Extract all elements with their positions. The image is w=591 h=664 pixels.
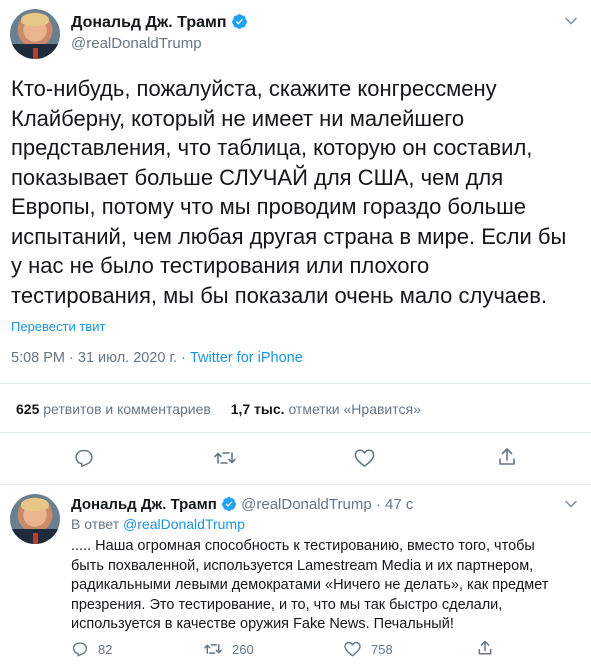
tweet-text-line: показывает больше СЛУЧАЙ для США, чем дл… <box>11 164 504 190</box>
engagement-stats: 625 ретвитов и комментариев 1,7 тыс. отм… <box>16 401 421 417</box>
in-reply-handle[interactable]: @realDonaldTrump <box>123 516 245 532</box>
divider <box>0 383 591 384</box>
author-avatar[interactable] <box>10 9 60 59</box>
reply-icon <box>71 640 89 658</box>
reply-text-line: ..... Наша огромная способность к тестир… <box>71 538 535 554</box>
reply-icon[interactable] <box>73 447 95 469</box>
reply-author-handle[interactable]: @realDonaldTrump <box>241 496 372 513</box>
tweet-text-line: тестирования, мы бы показали очень мало … <box>11 282 548 308</box>
reply-author-row: Дональд Дж. Трамп @realDonaldTrump · 47 … <box>71 496 413 516</box>
reply-text-line: быть похваленной, используется Lamestrea… <box>71 557 534 574</box>
tweet-text-line: Европы, потому что мы проводим гораздо б… <box>11 194 526 219</box>
tweet-meta: 5:08 PM · 31 июл. 2020 г. · Twitter for … <box>11 350 303 366</box>
tweet-text-line: Кто-нибудь, пожалуйста, скажите конгресс… <box>11 76 497 101</box>
reply-text-line: презрения. Это тестирование, и то, что м… <box>71 596 503 613</box>
chevron-down-icon[interactable] <box>564 497 578 511</box>
reply-tweet-text: ..... Наша огромная способность к тестир… <box>71 537 586 635</box>
in-reply-prefix: В ответ <box>71 516 124 532</box>
tweet-source-link[interactable]: Twitter for iPhone <box>190 350 303 366</box>
tweet-text-line: у нас не было тестирования или плохого <box>11 253 430 278</box>
reply-text-line: используется в качестве оружия Fake News… <box>71 616 454 632</box>
divider <box>0 484 591 485</box>
share-icon[interactable] <box>476 639 494 657</box>
likes-label: отметки «Нравится» <box>288 401 421 417</box>
likes-count: 1,7 тыс. <box>230 401 285 417</box>
verified-badge-icon <box>221 496 237 516</box>
like-count: 758 <box>371 641 393 657</box>
reply-count: 82 <box>98 641 113 657</box>
translate-tweet-link[interactable]: Перевести твит <box>11 319 105 334</box>
likes-stat[interactable]: 1,7 тыс. отметки «Нравится» <box>231 401 421 417</box>
reply-action-reply[interactable]: 82 <box>71 640 112 658</box>
chevron-down-icon[interactable] <box>564 14 578 28</box>
tweet-text-line: испытаний, чем любая другая страна в мир… <box>11 223 567 249</box>
retweet-count: 260 <box>232 641 254 657</box>
reply-text-line: радикальными левыми демократами «Ничего … <box>71 577 549 593</box>
author-handle[interactable]: @realDonaldTrump <box>71 35 202 52</box>
tweet-text-line: представления, что таблица, которую он с… <box>11 135 533 160</box>
author-name[interactable]: Дональд Дж. Трамп <box>71 14 227 31</box>
share-icon[interactable] <box>496 446 518 468</box>
in-reply-to: В ответ @realDonaldTrump <box>71 516 245 532</box>
divider <box>0 432 591 433</box>
reply-tweet-age[interactable]: · 47 с <box>376 496 414 513</box>
verified-badge-icon <box>231 13 248 35</box>
retweet-icon <box>203 640 223 658</box>
retweet-icon[interactable] <box>213 447 237 469</box>
reply-action-like[interactable]: 758 <box>343 640 393 658</box>
tweet-text-line: Клайберну, который не имеет ни малейшего <box>11 105 465 131</box>
tweet-timestamp[interactable]: 5:08 PM · 31 июл. 2020 г. · <box>11 350 190 366</box>
like-icon[interactable] <box>353 447 376 469</box>
reply-action-retweet[interactable]: 260 <box>203 640 254 658</box>
retweets-stat[interactable]: 625 ретвитов и комментариев <box>16 401 211 417</box>
tweet-text: Кто-нибудь, пожалуйста, скажите конгресс… <box>11 74 586 310</box>
reply-author-avatar[interactable] <box>10 494 60 544</box>
like-icon <box>343 640 362 658</box>
author-name-row[interactable]: Дональд Дж. Трамп <box>71 13 248 35</box>
retweets-count: 625 <box>16 401 40 417</box>
reply-author-name[interactable]: Дональд Дж. Трамп <box>71 496 217 513</box>
retweets-label: ретвитов и комментариев <box>43 401 211 417</box>
